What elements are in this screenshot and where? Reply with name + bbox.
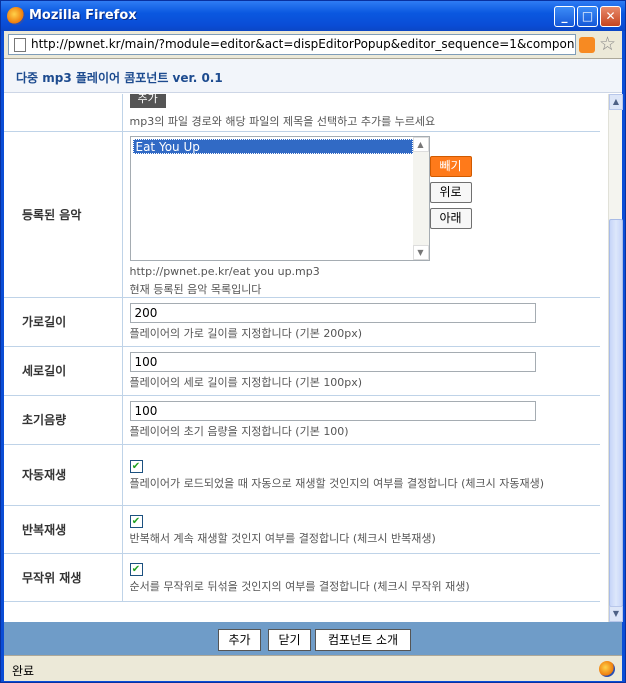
registered-label: 등록된 음악 — [4, 131, 123, 298]
bookmark-star-icon[interactable]: ☆ — [599, 34, 616, 54]
status-text: 완료 — [12, 664, 35, 678]
autoplay-row: 자동재생 ✔ 플레이어가 로드되었을 때 자동으로 재생할 것인지의 여부를 결… — [4, 444, 600, 506]
height-row: 세로길이 플레이어의 세로 길이를 지정합니다 (기본 100px) — [4, 346, 600, 396]
volume-desc: 플레이어의 초기 음량을 지정합니다 (기본 100) — [129, 424, 349, 438]
registered-row: 등록된 음악 Eat You Up ▲ ▼ 빼기 위로 아래 http://pw… — [4, 131, 600, 298]
height-desc: 플레이어의 세로 길이를 지정합니다 (기본 100px) — [129, 375, 363, 389]
scroll-down-icon[interactable]: ▼ — [412, 244, 429, 260]
window-title: Mozilla Firefox — [29, 8, 137, 23]
add-row-label — [4, 94, 123, 132]
move-down-button[interactable]: 아래 — [429, 207, 472, 229]
page-icon — [14, 38, 26, 52]
footer-add-button[interactable]: 추가 — [218, 629, 261, 651]
title-bar: Mozilla Firefox _ □ ✕ — [1, 1, 625, 31]
scroll-up-icon[interactable]: ▲ — [412, 136, 429, 152]
listbox-scrollbar[interactable]: ▲ ▼ — [412, 136, 429, 260]
move-up-button[interactable]: 위로 — [429, 181, 472, 203]
footer-bar: 추가 닫기 컴포넌트 소개 — [4, 622, 622, 655]
footer-intro-button[interactable]: 컴포넌트 소개 — [315, 629, 411, 651]
shuffle-row: 무작위 재생 ✔ 순서를 무작위로 뒤섞을 것인지의 여부를 결정합니다 (체크… — [4, 553, 600, 602]
track-list-item[interactable]: Eat You Up — [132, 138, 413, 154]
status-bar: 완료 — [4, 655, 622, 681]
volume-label: 초기음량 — [4, 395, 123, 445]
add-row-desc: mp3의 파일 경로와 해당 파일의 제목을 선택하고 추가를 누르세요 — [129, 115, 436, 128]
scrollbar-thumb[interactable] — [609, 219, 623, 607]
component-form: 추가 mp3의 파일 경로와 해당 파일의 제목을 선택하고 추가를 누르세요 … — [4, 94, 600, 602]
shuffle-checkbox[interactable]: ✔ — [129, 562, 143, 576]
minimize-button[interactable]: _ — [554, 6, 575, 27]
autoplay-label: 자동재생 — [4, 444, 123, 506]
remove-button[interactable]: 빼기 — [429, 155, 472, 177]
rss-feed-icon[interactable] — [579, 37, 595, 53]
add-row: 추가 mp3의 파일 경로와 해당 파일의 제목을 선택하고 추가를 누르세요 — [4, 94, 600, 132]
url-field[interactable]: http://pwnet.kr/main/?module=editor&act=… — [8, 34, 576, 55]
repeat-label: 반복재생 — [4, 505, 123, 554]
url-text: http://pwnet.kr/main/?module=editor&act=… — [31, 37, 576, 51]
registered-desc: 현재 등록된 음악 목록입니다 — [129, 282, 262, 296]
scroll-down-arrow-icon[interactable]: ▼ — [609, 606, 623, 622]
repeat-checkbox[interactable]: ✔ — [129, 514, 143, 528]
footer-close-button[interactable]: 닫기 — [268, 629, 311, 651]
width-desc: 플레이어의 가로 길이를 지정합니다 (기본 200px) — [129, 326, 363, 340]
shuffle-label: 무작위 재생 — [4, 553, 123, 602]
selected-path: http://pwnet.pe.kr/eat you up.mp3 — [129, 264, 320, 278]
close-button[interactable]: ✕ — [600, 6, 621, 27]
popup-title: 다중 mp3 플레이어 콤포넌트 ver. 0.1 — [16, 71, 223, 85]
autoplay-checkbox[interactable]: ✔ — [129, 460, 143, 473]
shuffle-desc: 순서를 무작위로 뒤섞을 것인지의 여부를 결정합니다 (체크시 무작위 재생) — [129, 579, 470, 593]
height-label: 세로길이 — [4, 346, 123, 396]
address-bar: http://pwnet.kr/main/?module=editor&act=… — [4, 31, 622, 59]
volume-row: 초기음량 플레이어의 초기 음량을 지정합니다 (기본 100) — [4, 395, 600, 445]
browser-window: Mozilla Firefox _ □ ✕ http://pwnet.kr/ma… — [0, 0, 626, 683]
firefox-status-icon — [599, 661, 615, 677]
width-input[interactable] — [129, 302, 536, 323]
page-scrollbar[interactable]: ▲ ▼ — [608, 94, 623, 622]
maximize-button[interactable]: □ — [577, 6, 598, 27]
page-content: 다중 mp3 플레이어 콤포넌트 ver. 0.1 추가 mp3의 파일 경로와… — [4, 59, 623, 655]
repeat-desc: 반복해서 계속 재생할 것인지 여부를 결정합니다 (체크시 반복재생) — [129, 531, 436, 545]
track-listbox[interactable]: Eat You Up ▲ ▼ — [129, 135, 430, 261]
firefox-logo-icon — [7, 7, 25, 25]
width-row: 가로길이 플레이어의 가로 길이를 지정합니다 (기본 200px) — [4, 297, 600, 347]
repeat-row: 반복재생 ✔ 반복해서 계속 재생할 것인지 여부를 결정합니다 (체크시 반복… — [4, 505, 600, 554]
width-label: 가로길이 — [4, 297, 123, 347]
popup-header: 다중 mp3 플레이어 콤포넌트 ver. 0.1 — [4, 59, 622, 93]
add-track-button[interactable]: 추가 — [129, 94, 166, 108]
form-scroll-area: 추가 mp3의 파일 경로와 해당 파일의 제목을 선택하고 추가를 누르세요 … — [4, 94, 608, 622]
autoplay-desc: 플레이어가 로드되었을 때 자동으로 재생할 것인지의 여부를 결정합니다 (체… — [129, 477, 545, 490]
list-order-buttons: 빼기 위로 아래 — [429, 155, 472, 234]
scroll-up-arrow-icon[interactable]: ▲ — [609, 94, 623, 110]
volume-input[interactable] — [129, 400, 536, 421]
height-input[interactable] — [129, 351, 536, 372]
